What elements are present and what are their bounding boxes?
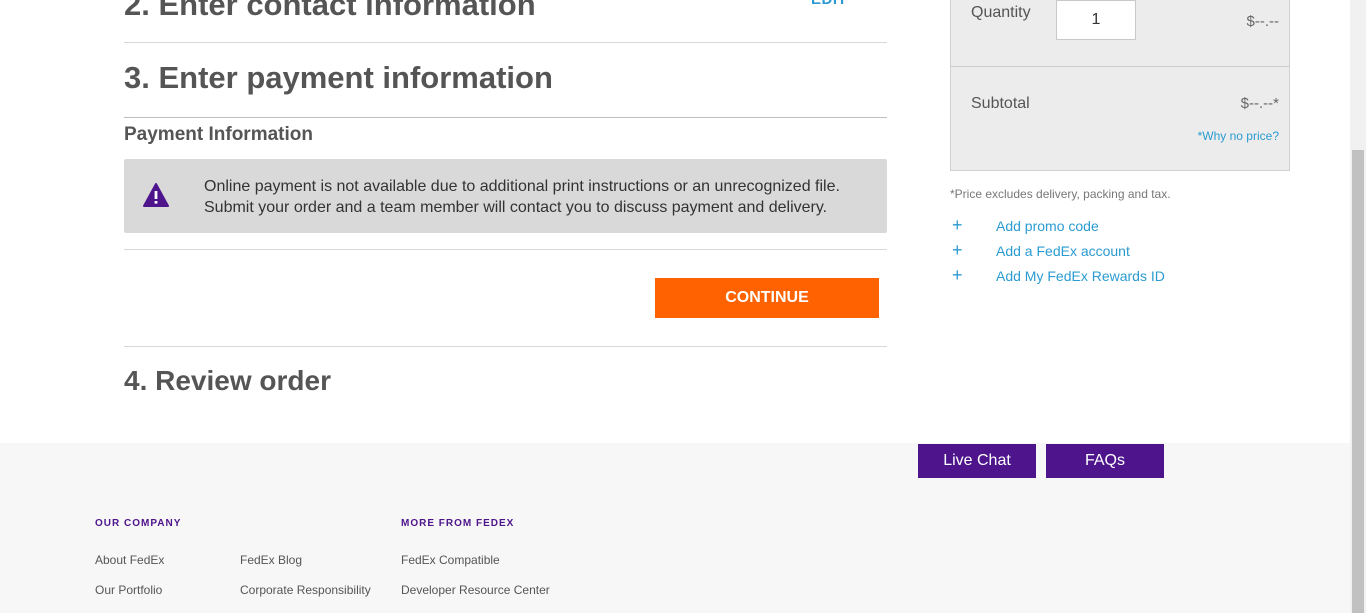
step2-heading: 2. Enter contact information xyxy=(124,0,536,22)
alert-line-1: Online payment is not available due to a… xyxy=(204,178,840,195)
footer-link-fedex-compatible[interactable]: FedEx Compatible xyxy=(401,553,500,567)
edit-contact-link[interactable]: EDIT xyxy=(811,0,847,8)
subtotal-label: Subtotal xyxy=(971,95,1030,112)
continue-button[interactable]: CONTINUE xyxy=(655,278,879,318)
plus-icon: + xyxy=(952,265,963,285)
faqs-button[interactable]: FAQs xyxy=(1046,444,1164,478)
add-rewards-id-label: Add My FedEx Rewards ID xyxy=(996,267,1165,284)
footer-link-about-fedex[interactable]: About FedEx xyxy=(95,553,164,567)
divider xyxy=(124,249,887,250)
quantity-price: $--.-- xyxy=(1246,13,1280,30)
alert-message: Online payment is not available due to a… xyxy=(204,176,874,218)
warning-triangle-icon xyxy=(143,183,169,207)
step4-heading: 4. Review order xyxy=(124,365,331,396)
divider xyxy=(124,117,887,118)
live-chat-button[interactable]: Live Chat xyxy=(918,444,1036,478)
add-promo-code-label: Add promo code xyxy=(996,217,1099,234)
footer-link-fedex-blog[interactable]: FedEx Blog xyxy=(240,553,302,567)
divider xyxy=(951,66,1289,67)
plus-icon: + xyxy=(952,215,963,235)
price-note: *Price excludes delivery, packing and ta… xyxy=(950,187,1171,201)
add-fedex-account-link[interactable]: + Add a FedEx account xyxy=(950,240,1130,261)
step3-heading: 3. Enter payment information xyxy=(124,60,553,95)
subtotal-price: $--.--* xyxy=(1240,95,1279,112)
alert-line-2: Submit your order and a team member will… xyxy=(204,199,828,216)
footer-link-corporate-responsibility[interactable]: Corporate Responsibility xyxy=(240,583,371,597)
footer-link-developer-resource-center[interactable]: Developer Resource Center xyxy=(401,583,550,597)
divider xyxy=(124,346,887,347)
quantity-label: Quantity xyxy=(971,4,1031,21)
quantity-input[interactable] xyxy=(1056,0,1136,40)
add-promo-code-link[interactable]: + Add promo code xyxy=(950,215,1099,236)
checkout-page: 2. Enter contact information EDIT 3. Ent… xyxy=(0,0,1366,613)
vertical-scrollbar[interactable] xyxy=(1350,0,1366,613)
order-summary: Quantity $--.-- Subtotal $--.--* *Why no… xyxy=(950,0,1290,171)
add-rewards-id-link[interactable]: + Add My FedEx Rewards ID xyxy=(950,265,1165,286)
plus-icon: + xyxy=(952,240,963,260)
footer: Live Chat FAQs OUR COMPANY About FedEx O… xyxy=(0,443,1350,613)
divider xyxy=(124,42,887,43)
payment-information-subheading: Payment Information xyxy=(124,124,313,145)
add-fedex-account-label: Add a FedEx account xyxy=(996,242,1130,259)
footer-link-our-portfolio[interactable]: Our Portfolio xyxy=(95,583,162,597)
payment-unavailable-alert: Online payment is not available due to a… xyxy=(124,159,887,233)
why-no-price-link[interactable]: *Why no price? xyxy=(1198,129,1279,143)
footer-heading-more-from-fedex: MORE FROM FEDEX xyxy=(401,518,515,529)
scrollbar-thumb[interactable] xyxy=(1352,150,1364,613)
footer-heading-our-company: OUR COMPANY xyxy=(95,518,182,529)
